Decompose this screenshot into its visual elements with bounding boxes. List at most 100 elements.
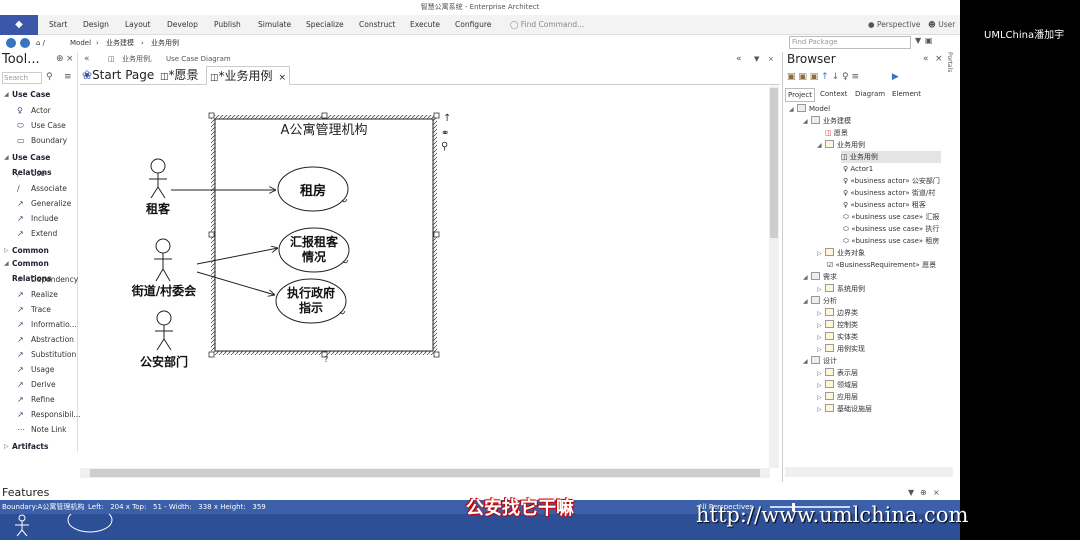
tree-item[interactable]: ▷ 应用层	[817, 391, 858, 403]
tab-business-usecase[interactable]: ◫*业务用例 ×	[206, 66, 291, 85]
toolbox-item-substitution[interactable]: ↗ Substitution	[0, 347, 78, 362]
toolbox-item-generalize[interactable]: ↗ Generalize	[0, 196, 78, 211]
menu-start[interactable]: Start	[49, 15, 67, 35]
double-chevron-left-icon[interactable]: «	[84, 52, 90, 66]
breadcrumb-business-modeling[interactable]: 业务建模	[106, 36, 134, 50]
menu-develop[interactable]: Develop	[167, 15, 198, 35]
toolbox-item-responsibility[interactable]: ↗ Responsibil...	[0, 407, 81, 422]
menu-icon[interactable]: ≡	[64, 72, 72, 82]
tree-item[interactable]: ▷ 系统用例	[817, 283, 865, 295]
double-chevron-left-icon[interactable]: «	[736, 52, 742, 66]
close-icon[interactable]: ×	[66, 54, 74, 64]
browser-tab-project[interactable]: Project	[785, 88, 815, 102]
home-icon[interactable]: ⌂ /	[36, 36, 45, 50]
menu-specialize[interactable]: Specialize	[306, 15, 344, 35]
tree-item[interactable]: ▷ 控制类	[817, 319, 858, 331]
breadcrumb-model[interactable]: Model	[70, 36, 91, 50]
scroll-thumb[interactable]	[90, 469, 760, 477]
scroll-thumb[interactable]	[770, 88, 778, 238]
portals-tab[interactable]: Portals	[946, 52, 953, 72]
tree-item-selected[interactable]: ◫ 业务用例	[841, 151, 941, 163]
tree-item[interactable]: ◢ 分析	[803, 295, 837, 307]
horizontal-scrollbar[interactable]	[80, 468, 770, 478]
close-icon[interactable]: ×	[935, 54, 943, 64]
new-diagram-icon[interactable]: ▣	[810, 72, 819, 82]
tree-item[interactable]: ▷ 用例实现	[817, 343, 865, 355]
toolbox-item-note-link[interactable]: ⋯ Note Link	[0, 422, 78, 437]
toolbox-item-derive[interactable]: ↗ Derive	[0, 377, 78, 392]
toolbox-item-trace[interactable]: ↗ Trace	[0, 302, 78, 317]
menu-design[interactable]: Design	[83, 15, 109, 35]
toolbox-item-information[interactable]: ↗ Informatio...	[0, 317, 78, 332]
tree-item[interactable]: ▷ 边界类	[817, 307, 858, 319]
tree-item[interactable]: ▷ 实体类	[817, 331, 858, 343]
expand-window-icon[interactable]: ▣	[925, 36, 933, 45]
toolbox-item-associate[interactable]: ∕ Associate	[0, 181, 78, 196]
tree-item[interactable]: ♀ «business actor» 租客	[843, 199, 947, 211]
link-handle-icon[interactable]: ⚭	[441, 128, 449, 139]
tree-item[interactable]: ◢ 设计	[803, 355, 837, 367]
menu-publish[interactable]: Publish	[214, 15, 241, 35]
toolbox-item-refine[interactable]: ↗ Refine	[0, 392, 78, 407]
forward-icon[interactable]	[20, 38, 30, 48]
app-menu-button[interactable]: ◆	[0, 15, 38, 35]
toolbox-search-input[interactable]: Search	[2, 72, 42, 84]
toolbox-item-dependency[interactable]: ↗ Dependency	[0, 272, 78, 287]
tree-item[interactable]: ▷ 领域层	[817, 379, 858, 391]
actor-tenant[interactable]	[149, 158, 167, 199]
find-package-input[interactable]: Find Package	[789, 36, 911, 49]
browser-tab-context[interactable]: Context	[820, 88, 847, 100]
tree-item[interactable]: ◢ Model	[789, 103, 830, 115]
tree-item[interactable]: ▷ 业务对象	[817, 247, 865, 259]
tree-item[interactable]: ◢ 业务用例	[817, 139, 865, 151]
chevron-left-icon[interactable]: «	[923, 54, 929, 64]
toolbox-item-actor[interactable]: ♀ Actor	[0, 103, 78, 118]
close-icon[interactable]: ×	[279, 73, 287, 83]
menu-layout[interactable]: Layout	[125, 15, 151, 35]
dropdown-icon[interactable]: ▼	[754, 52, 759, 66]
actor-police[interactable]	[155, 310, 173, 351]
tree-item[interactable]: ▷ 基础设施层	[817, 403, 872, 415]
toolbox-item-use[interactable]: ∕ Use	[0, 166, 78, 181]
toolbox-section-artifacts[interactable]: ▷ Artifacts	[0, 439, 78, 454]
tab-vision[interactable]: ◫*愿景	[160, 66, 199, 85]
menu-construct[interactable]: Construct	[359, 15, 395, 35]
breadcrumb-business-usecase[interactable]: 业务用例	[151, 36, 179, 50]
browser-tab-diagram[interactable]: Diagram	[855, 88, 885, 100]
tree-item[interactable]: ⬭ «business use case» 执行	[843, 223, 947, 235]
perspective-button[interactable]: ● Perspective	[868, 15, 920, 35]
toolbox-section-usecase[interactable]: ◢ Use Case	[0, 87, 78, 102]
pin-icon[interactable]: ⊕	[920, 486, 927, 500]
toolbox-section-usecase-relations[interactable]: ◢ Use Case Relations	[0, 150, 78, 177]
browser-tab-element[interactable]: Element	[892, 88, 921, 100]
toolbox-section-common-relations[interactable]: ◢ Common Relations	[0, 256, 78, 283]
tree-item[interactable]: ♀ «business actor» 街道/村	[843, 187, 947, 199]
back-icon[interactable]	[6, 38, 16, 48]
tab-start-page[interactable]: ❀Start Page	[82, 66, 154, 85]
toolbox-item-usage[interactable]: ↗ Usage	[0, 362, 78, 377]
new-package-icon[interactable]: ▣	[787, 72, 796, 82]
tree-item[interactable]: ◢ 业务建模	[803, 115, 851, 127]
tree-item[interactable]: ◫ 愿景	[825, 127, 848, 139]
pin-icon[interactable]: ⊕	[56, 54, 64, 64]
close-icon[interactable]: ×	[933, 486, 940, 500]
dropdown-icon[interactable]: ▼	[908, 486, 914, 500]
rotate-handle-icon[interactable]: ?	[324, 355, 328, 364]
tree-item[interactable]: ▷ 表示层	[817, 367, 858, 379]
tree-item[interactable]: ◢ 需求	[803, 271, 837, 283]
diagram-canvas[interactable]: ↑ ⚭ ⚲ ? A公寓管理机构 租房 汇报租客 情况 执行政府 指示 租客 街道…	[80, 86, 768, 466]
run-icon[interactable]: ▶	[892, 72, 899, 82]
tree-item[interactable]: ⬭ «business use case» 汇报	[843, 211, 947, 223]
move-down-icon[interactable]: ↓	[832, 72, 840, 82]
menu-execute[interactable]: Execute	[410, 15, 440, 35]
toolbox-item-usecase[interactable]: ⬭ Use Case	[0, 118, 78, 133]
toolbox-item-include[interactable]: ↗ Include	[0, 211, 78, 226]
tree-item[interactable]: ♀ «business actor» 公安部门	[843, 175, 947, 187]
new-folder-icon[interactable]: ▣	[798, 72, 807, 82]
tree-item[interactable]: ♀ Actor1	[843, 163, 873, 175]
user-button[interactable]: ☻ User	[928, 15, 955, 35]
find-command-box[interactable]: ◯ Find Command...	[510, 15, 584, 35]
menu-simulate[interactable]: Simulate	[258, 15, 291, 35]
toolbox-item-abstraction[interactable]: ↗ Abstraction	[0, 332, 78, 347]
actor-street-committee[interactable]	[154, 238, 172, 282]
